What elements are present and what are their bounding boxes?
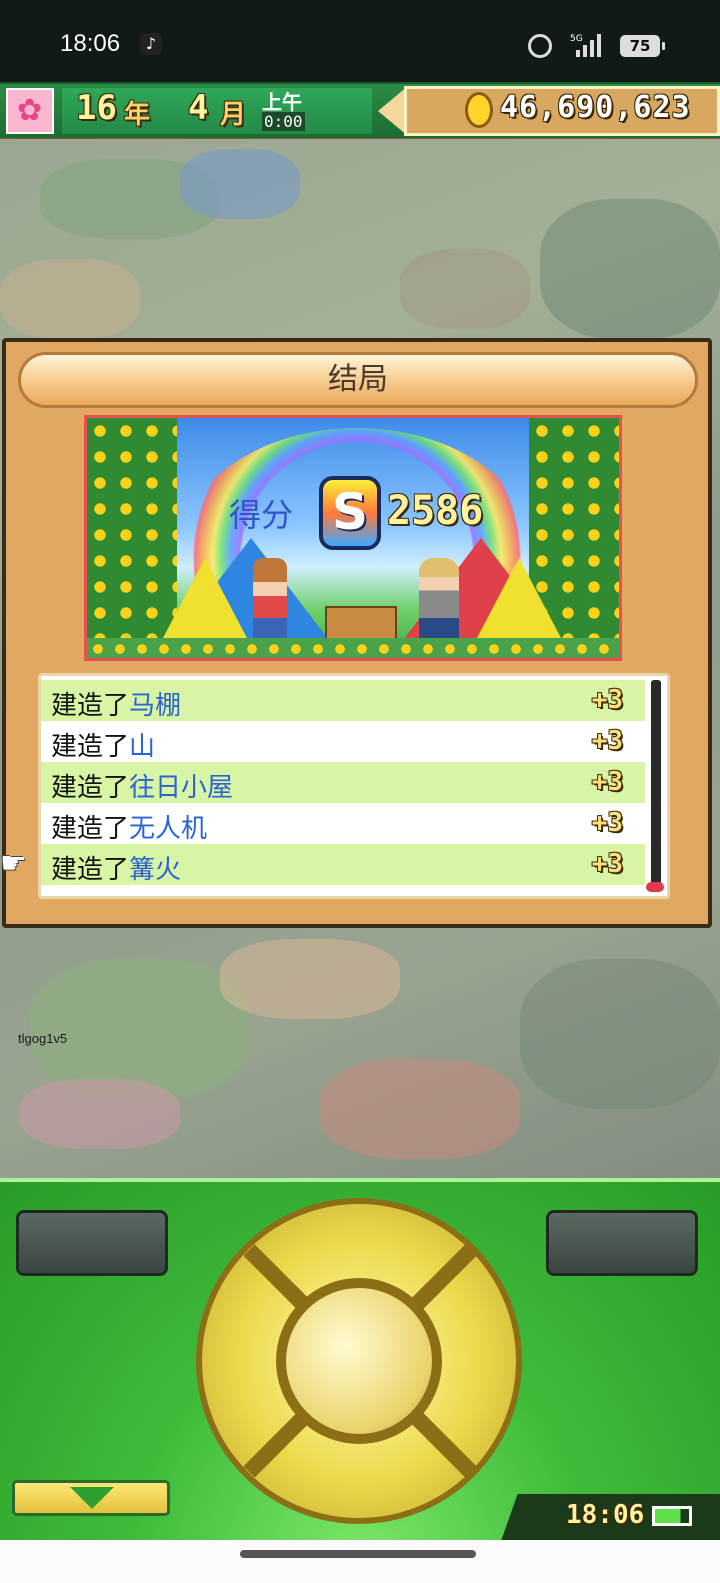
watermark-text: tlgog1v5	[18, 1031, 68, 1046]
item-object: 无人机	[129, 814, 208, 844]
list-item[interactable]: 建造了无人机 +3	[41, 803, 645, 844]
game-clock: 0:00	[262, 112, 305, 131]
item-text: 建造了篝火	[51, 849, 181, 886]
item-points: +3	[591, 726, 623, 756]
tiktok-icon: ♪	[140, 33, 162, 55]
item-prefix: 建造了	[51, 855, 130, 885]
home-gesture-handle[interactable]	[240, 1550, 476, 1558]
camper-character	[253, 558, 287, 644]
status-time: 18:06	[60, 30, 121, 57]
device-clock: 18:06	[566, 1500, 645, 1530]
item-object: 山	[129, 732, 156, 762]
year-unit: 年	[124, 100, 151, 130]
game-top-bar: 16 年 4 月 上午 0:00 46,690,623	[0, 82, 720, 141]
season-icon[interactable]	[6, 88, 54, 134]
item-points: +3	[591, 767, 623, 797]
money-value: 46,690,623	[500, 90, 691, 125]
result-title-bar: 结局	[18, 352, 698, 408]
dpad-center-button[interactable]	[276, 1278, 442, 1444]
rank-badge: S	[319, 476, 381, 550]
list-item[interactable]: 建造了马棚 +3	[41, 680, 645, 721]
item-object: 篝火	[129, 855, 182, 885]
item-text: 建造了马棚	[51, 685, 181, 722]
flower-border-bottom	[87, 638, 619, 658]
battery-icon: 75	[620, 35, 665, 57]
list-item[interactable]: 建造了山 +3	[41, 721, 645, 762]
right-action-button[interactable]	[546, 1210, 698, 1276]
score-value: 2586	[387, 488, 484, 534]
network-label: 5G	[570, 34, 583, 44]
item-prefix: 建造了	[51, 732, 130, 762]
item-text: 建造了山	[51, 726, 155, 763]
left-action-button[interactable]	[16, 1210, 168, 1276]
item-prefix: 建造了	[51, 773, 130, 803]
item-text: 建造了往日小屋	[51, 767, 233, 804]
picnic-table	[325, 606, 397, 640]
coin-icon	[465, 92, 493, 128]
month-value: 4	[188, 88, 209, 128]
score-banner: 得分 S 2586	[84, 415, 622, 661]
result-title: 结局	[328, 362, 388, 397]
list-item[interactable]: 建造了往日小屋 +3	[41, 762, 645, 803]
achievement-list[interactable]: 建造了马棚 +3 建造了山 +3 建造了往日小屋 +3 建造了无人机 +3 建造…	[38, 673, 670, 899]
list-item[interactable]: 建造了篝火 +3	[41, 844, 645, 885]
item-text: 建造了无人机	[51, 808, 207, 845]
virtual-controller: 18:06	[0, 1178, 720, 1544]
chevron-down-icon	[70, 1487, 114, 1509]
scrollbar-thumb[interactable]	[646, 882, 664, 892]
score-label: 得分	[229, 496, 294, 534]
status-bar: 18:06 ♪ 5G 75	[0, 0, 720, 84]
pointing-hand-icon: ☛	[0, 846, 27, 881]
device-clock-panel: 18:06	[500, 1494, 720, 1544]
period-label: 上午	[262, 90, 302, 114]
item-prefix: 建造了	[51, 814, 130, 844]
tent-yellow	[477, 558, 561, 638]
item-prefix: 建造了	[51, 691, 130, 721]
tent-yellow	[163, 558, 247, 638]
system-nav-bar	[0, 1540, 720, 1583]
alarm-icon	[528, 34, 552, 58]
menu-down-button[interactable]	[12, 1480, 170, 1516]
item-object: 马棚	[129, 691, 182, 721]
item-points: +3	[591, 849, 623, 879]
month-unit: 月	[220, 100, 247, 130]
dpad[interactable]	[196, 1198, 522, 1524]
list-scrollbar[interactable]	[651, 680, 661, 890]
item-points: +3	[591, 808, 623, 838]
item-object: 往日小屋	[129, 773, 234, 803]
signal-icon: 5G	[570, 34, 601, 57]
explorer-character	[419, 558, 459, 644]
battery-icon	[652, 1506, 692, 1526]
year-value: 16	[76, 88, 117, 128]
item-points: +3	[591, 685, 623, 715]
